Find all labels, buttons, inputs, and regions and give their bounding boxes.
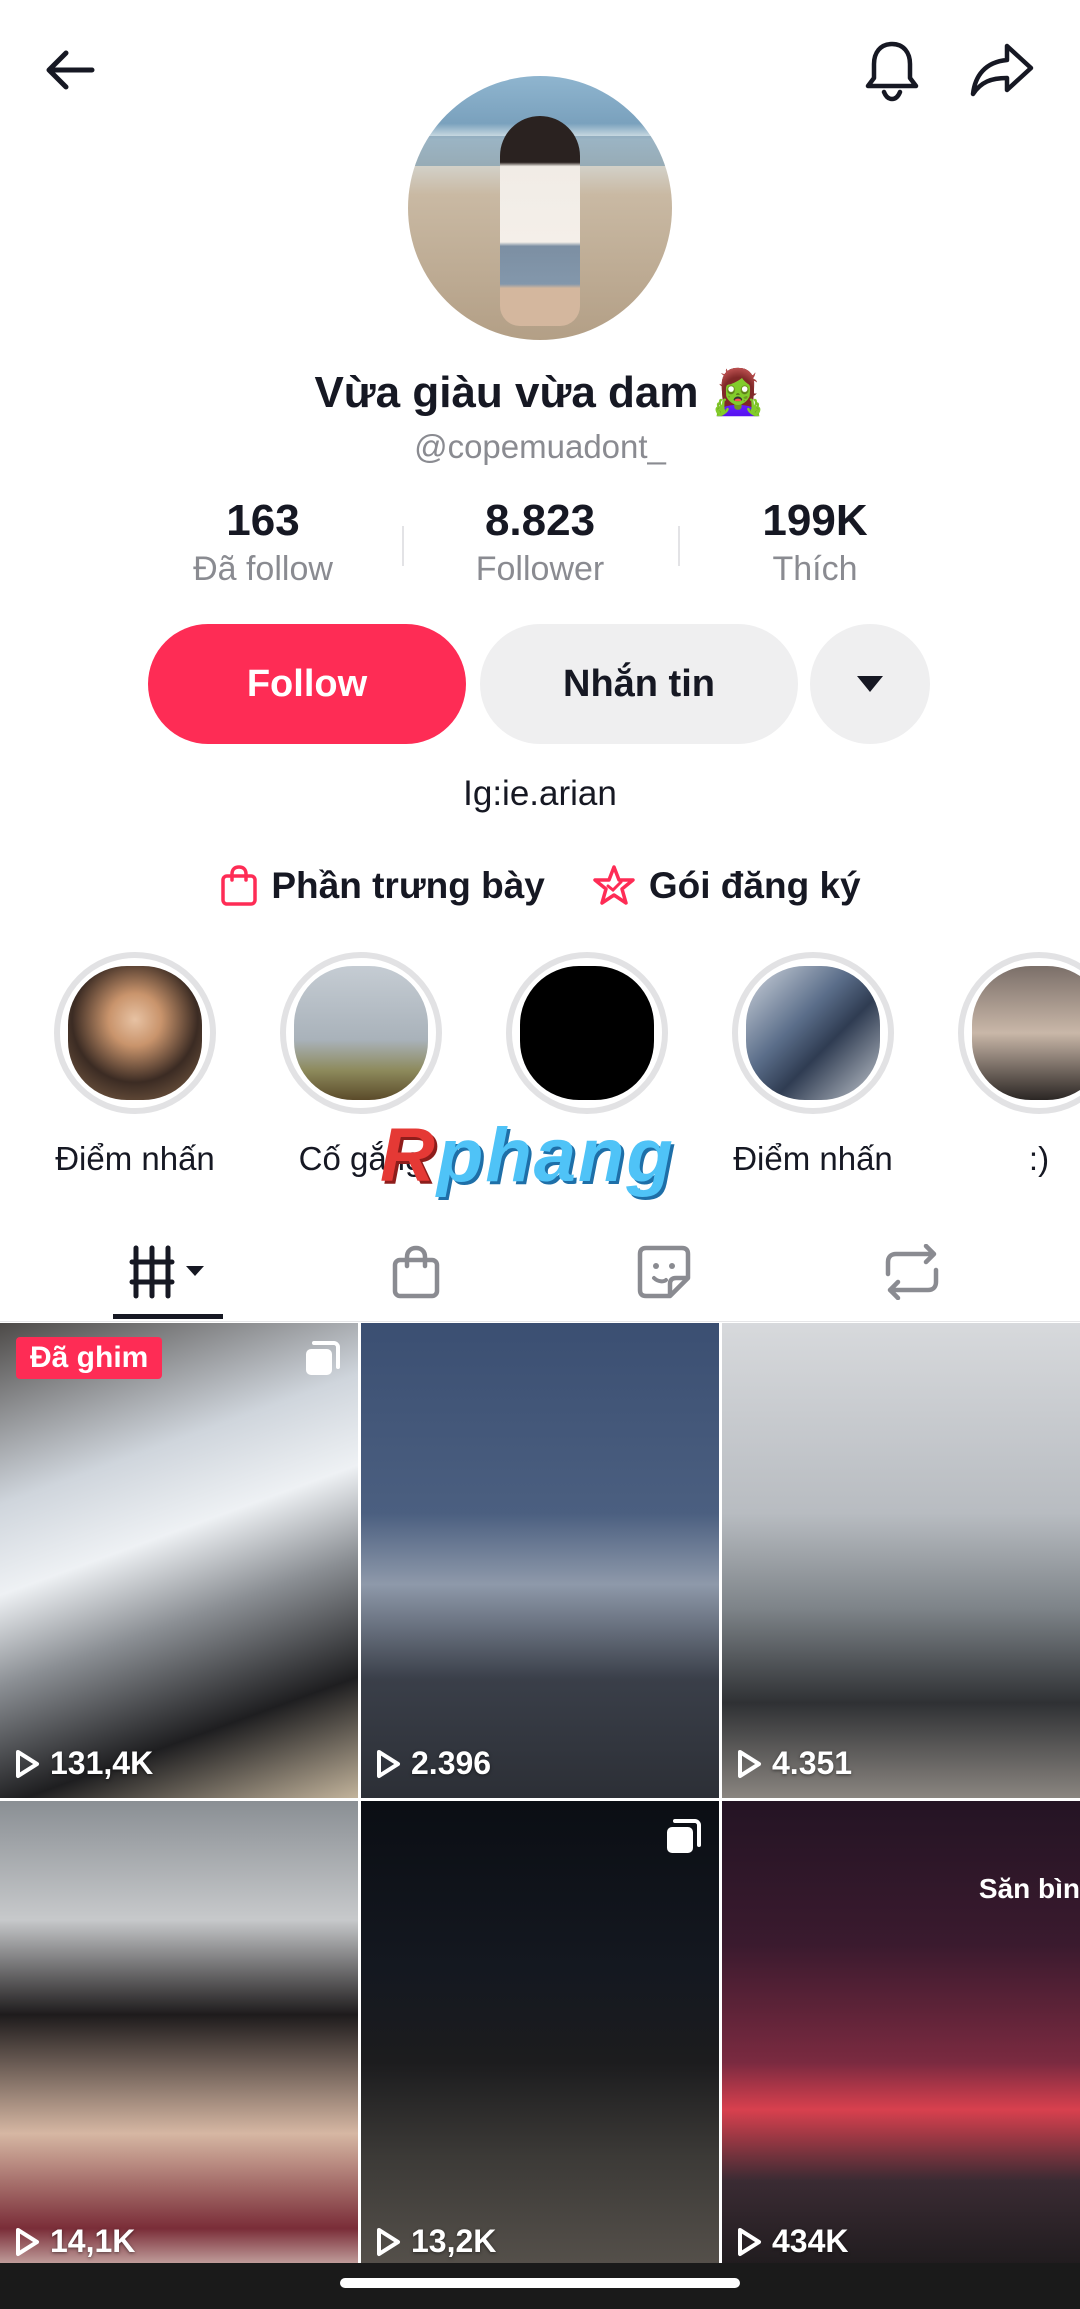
view-count: 131,4K [14,1745,153,1782]
sticker-icon [637,1245,691,1299]
highlight-item[interactable]: :) [954,952,1080,1178]
view-count: 2.396 [375,1745,491,1782]
repost-icon [885,1244,939,1300]
avatar[interactable] [408,76,672,340]
play-icon [738,1749,761,1778]
highlight-caption: Điểm nhấn [55,1140,215,1177]
highlight-thumbnail [68,966,202,1100]
notification-button[interactable] [852,30,932,110]
video-thumbnail[interactable]: 2.396 [361,1323,719,1798]
play-icon [16,2227,39,2256]
video-thumbnail[interactable]: Đã ghim 131,4K [0,1323,358,1798]
shopping-bag-icon [392,1245,440,1299]
highlight-item[interactable]: Điểm nhấn [50,952,220,1178]
grid-icon [129,1245,204,1299]
subscription-link[interactable]: Gói đăng ký [591,856,861,916]
video-overlay-text: Săn bìn [978,1873,1080,1904]
stat-followers-label: Follower [475,550,605,588]
play-icon [16,1749,39,1778]
view-count-text: 14,1K [50,2223,136,2259]
bell-icon [865,41,919,102]
stat-following[interactable]: 163 Đã follow [153,496,373,589]
stat-followers-value: 8.823 [484,496,596,545]
view-count: 4.351 [736,1745,852,1782]
play-icon [738,2227,761,2256]
stat-likes-value: 199K [762,496,868,545]
view-count-text: 4.351 [772,1745,853,1781]
view-count-text: 131,4K [50,1745,154,1781]
multi-photo-icon [667,1819,701,1853]
stat-following-value: 163 [226,496,300,545]
shopping-bag-icon [221,865,258,906]
watermark-logo: Rphang [380,1113,675,1198]
highlight-caption: :) [1028,1140,1050,1177]
star-badge-icon [593,865,635,905]
view-count: 14,1K [14,2223,135,2260]
multi-photo-icon [306,1341,340,1375]
showcase-label: Phần trưng bày [271,865,545,906]
pinned-badge: Đã ghim [16,1337,163,1379]
share-arrow-icon [970,43,1034,97]
view-count: 13,2K [375,2223,496,2260]
caret-down-icon [857,676,883,692]
highlight-thumbnail [972,966,1080,1100]
view-count-text: 2.396 [411,1745,492,1781]
stat-likes-label: Thích [772,550,858,588]
home-indicator[interactable] [340,2278,740,2288]
back-button[interactable] [30,30,110,110]
view-count-text: 434K [772,2223,849,2259]
arrow-left-icon [46,50,95,90]
tab-reposts[interactable] [832,1222,992,1322]
highlight-item[interactable]: Điểm nhấn [728,952,898,1178]
stat-divider [678,526,680,566]
view-count: 434K [736,2223,849,2260]
highlight-thumbnail [520,966,654,1100]
video-thumbnail[interactable]: 14,1K [0,1801,358,2276]
more-options-button[interactable] [810,624,930,744]
subscription-label: Gói đăng ký [648,865,861,906]
profile-links: Phần trưng bày Gói đăng ký [0,856,1080,916]
username: @copemuadont_ [414,428,666,465]
share-button[interactable] [962,30,1042,110]
stat-divider [402,526,404,566]
play-icon [377,2227,400,2256]
tab-shop[interactable] [336,1222,496,1322]
highlight-caption: Điểm nhấn [733,1140,893,1177]
showcase-link[interactable]: Phần trưng bày [219,856,545,916]
bio: Ig:ie.arian [463,774,617,813]
highlight-thumbnail [746,966,880,1100]
video-thumbnail[interactable]: 13,2K [361,1801,719,2276]
view-count-text: 13,2K [411,2223,497,2259]
follow-button[interactable]: Follow [148,624,466,744]
stat-likes[interactable]: 199K Thích [705,496,925,589]
avatar-figure [500,116,580,326]
display-name: Vừa giàu vừa dam 🧟‍♀️ [314,368,766,417]
play-icon [377,1749,400,1778]
profile-stats: 163 Đã follow 8.823 Follower 199K Thích [0,496,1080,596]
tab-videos[interactable] [88,1222,248,1322]
video-thumbnail[interactable]: Săn bìn 434K [722,1801,1080,2276]
video-thumbnail[interactable]: 4.351 [722,1323,1080,1798]
tab-favorites[interactable] [584,1222,744,1322]
stat-followers[interactable]: 8.823 Follower [430,496,650,589]
message-button[interactable]: Nhắn tin [480,624,798,744]
content-tabs [0,1222,1080,1322]
highlight-thumbnail [294,966,428,1100]
stat-following-label: Đã follow [193,550,333,588]
active-tab-indicator [113,1314,223,1319]
